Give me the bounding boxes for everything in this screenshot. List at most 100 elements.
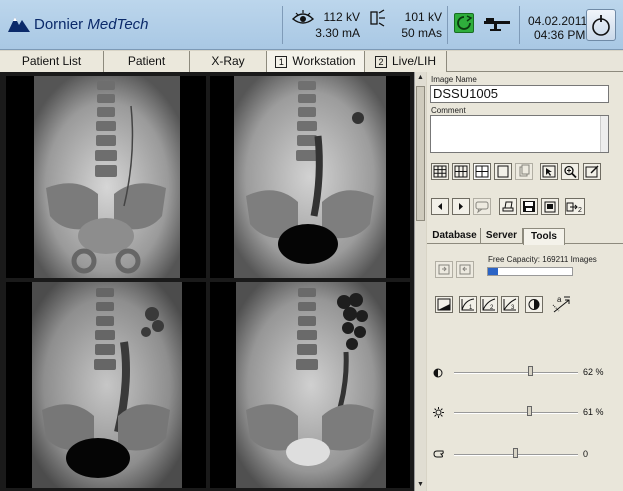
tab-xray[interactable]: X-Ray: [190, 51, 267, 72]
tab-number: 1: [275, 56, 288, 68]
edge-enhance-icon: [433, 450, 444, 458]
scroll-thumb[interactable]: [416, 86, 425, 221]
contrast-slider-track[interactable]: [454, 372, 578, 374]
window-level-icon: [437, 298, 451, 311]
header-divider: [282, 6, 283, 44]
comment-label: Comment: [431, 106, 466, 115]
brightness-icon: [433, 407, 444, 418]
copy-button[interactable]: [515, 163, 533, 180]
edge-slider-thumb[interactable]: [513, 448, 518, 458]
capacity-bar: [487, 267, 573, 276]
comment-field[interactable]: [430, 115, 609, 153]
send-to-live-button[interactable]: 2: [565, 198, 585, 215]
curve-2-button[interactable]: 2: [480, 296, 498, 313]
tab-label: Patient List: [21, 54, 82, 68]
xray-image-4[interactable]: [210, 282, 410, 488]
layout-2x2-button[interactable]: [473, 163, 491, 180]
app-header: Dornier MedTech 112 kV 3.30 mA 101 kV 50…: [0, 0, 623, 50]
brightness-slider-thumb[interactable]: [526, 406, 532, 416]
arrow-right-icon: [459, 203, 463, 210]
patient-table-icon[interactable]: [482, 13, 512, 33]
scroll-down-icon[interactable]: ▼: [415, 479, 426, 491]
dornier-logo-icon: [8, 17, 30, 32]
reset-processing-button[interactable]: a: [551, 294, 573, 314]
zoom-icon: [564, 165, 577, 179]
svg-text:2: 2: [578, 207, 582, 214]
xray-image-3[interactable]: [6, 282, 206, 488]
contrast-slider-thumb[interactable]: [527, 366, 533, 376]
zoom-button[interactable]: [561, 163, 579, 180]
select-pointer-button[interactable]: [540, 163, 558, 180]
import-icon: [438, 264, 450, 275]
brand-second: MedTech: [87, 16, 149, 33]
gamma-curve-2-icon: 2: [482, 298, 496, 311]
date-display: 04.02.2011: [528, 14, 588, 28]
tab-label: Live/LIH: [391, 54, 437, 68]
status-ok-icon[interactable]: [454, 13, 474, 33]
panel-tab-tools[interactable]: Tools: [523, 228, 565, 245]
image-name-label: Image Name: [431, 75, 477, 84]
next-image-button[interactable]: [452, 198, 470, 215]
tab-label: Patient: [127, 54, 166, 68]
import-button[interactable]: [435, 261, 453, 278]
single-view-icon: [497, 165, 509, 178]
tab-live-lih[interactable]: 2 Live/LIH: [365, 51, 447, 72]
main-tabbar: Patient List Patient X-Ray 1 Workstation …: [0, 51, 623, 72]
edge-value: 0: [583, 449, 589, 459]
power-button[interactable]: [586, 9, 616, 41]
comment-scrollbar[interactable]: [600, 116, 608, 152]
export-button[interactable]: [456, 261, 474, 278]
panel-tab-server[interactable]: Server: [481, 228, 523, 244]
invert-icon: [528, 299, 540, 310]
floppy-disk-icon: [523, 201, 535, 212]
xray-image-2[interactable]: [210, 76, 410, 278]
panel-tab-database[interactable]: Database: [429, 228, 481, 244]
exposure-mas-value: 50 mAs: [401, 26, 442, 40]
image-name-field[interactable]: DSSU1005: [430, 85, 609, 103]
invert-button[interactable]: [525, 296, 543, 313]
brand-name: Dornier MedTech: [34, 16, 149, 33]
annotate-button[interactable]: [583, 163, 601, 180]
curve-1-button[interactable]: 1: [459, 296, 477, 313]
window-level-button[interactable]: [435, 296, 453, 313]
curve-3-button[interactable]: 3: [501, 296, 519, 313]
tab-workstation[interactable]: 1 Workstation: [267, 51, 365, 72]
contrast-value: 62 %: [583, 367, 604, 377]
reset-icon: a: [552, 295, 570, 313]
export-icon: 2: [566, 202, 582, 214]
gamma-curve-3-icon: 3: [503, 298, 517, 311]
edit-icon: [585, 165, 599, 178]
exposure-kv-value: 101 kV: [404, 10, 442, 24]
xray-image-1[interactable]: [6, 76, 206, 278]
time-display: 04:36 PM: [534, 28, 586, 42]
free-capacity-label: Free Capacity: 169211 Images: [488, 255, 597, 264]
eye-icon: [292, 10, 314, 24]
fluoro-ma-value: 3.30 mA: [315, 26, 360, 40]
contrast-icon: [433, 368, 443, 378]
copy-icon: [519, 164, 530, 177]
layout-3x3-button[interactable]: [431, 163, 449, 180]
save-button[interactable]: [520, 198, 538, 215]
brightness-slider-track[interactable]: [454, 412, 578, 414]
archive-button[interactable]: [541, 198, 559, 215]
layout-3x2-button[interactable]: [452, 163, 470, 180]
brand-first: Dornier: [34, 16, 84, 33]
fluoro-kv-value: 112 kV: [323, 10, 360, 24]
viewer-scrollbar[interactable]: ▲ ▼: [414, 72, 426, 491]
tab-patient[interactable]: Patient: [104, 51, 190, 72]
tab-patient-list[interactable]: Patient List: [0, 51, 104, 72]
grid-2x2-icon: [475, 165, 489, 178]
scroll-up-icon[interactable]: ▲: [415, 72, 426, 84]
previous-image-button[interactable]: [431, 198, 449, 215]
arrow-left-icon: [438, 203, 442, 210]
layout-1x1-button[interactable]: [494, 163, 512, 180]
exposure-icon: [370, 9, 385, 27]
svg-text:a: a: [557, 295, 562, 304]
print-button[interactable]: [499, 198, 517, 215]
gamma-curve-1-icon: 1: [461, 298, 475, 311]
comment-button[interactable]: [473, 198, 491, 215]
tools-panel: Image Name DSSU1005 Comment 2 Database S…: [427, 72, 623, 491]
pointer-icon: [542, 165, 556, 178]
archive-icon: [544, 201, 556, 213]
image-viewer: [0, 72, 426, 491]
